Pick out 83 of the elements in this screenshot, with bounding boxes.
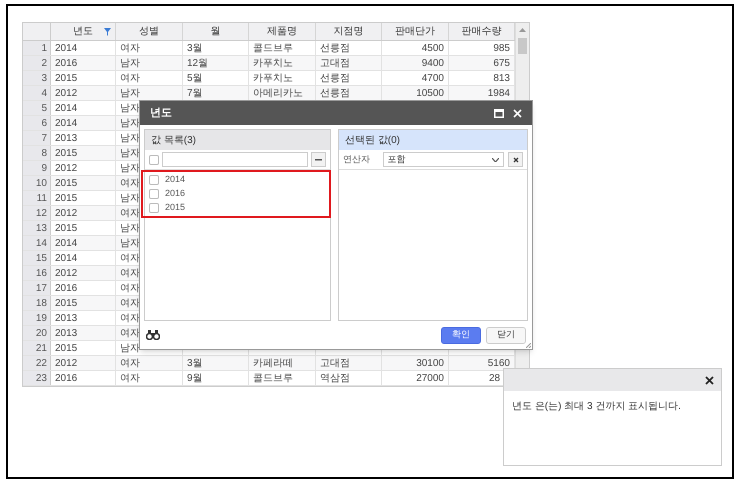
row-number: 15 — [23, 251, 51, 265]
table-cell: 2015 — [51, 296, 116, 310]
minus-icon — [315, 158, 322, 160]
caret-icon — [492, 158, 500, 162]
table-cell: 2012 — [51, 206, 116, 220]
scroll-up-icon[interactable] — [519, 28, 526, 32]
table-cell: 5160 — [449, 356, 515, 370]
row-number: 2 — [23, 56, 51, 70]
table-cell: 고대점 — [316, 56, 382, 70]
row-number: 11 — [23, 191, 51, 205]
operator-label: 연산자 — [343, 152, 371, 166]
table-cell: 카페라떼 — [249, 356, 316, 370]
confirm-button[interactable]: 확인 — [441, 326, 481, 344]
table-cell: 9400 — [382, 56, 449, 70]
column-header[interactable]: 제품명 — [249, 23, 316, 40]
table-cell: 2014 — [51, 236, 116, 250]
row-number: 17 — [23, 281, 51, 295]
checkbox[interactable] — [149, 189, 159, 199]
table-cell: 남자 — [116, 56, 183, 70]
row-number: 4 — [23, 86, 51, 100]
scrollbar-thumb[interactable] — [518, 38, 527, 54]
toast-message: 년도 은(는) 최대 3 건까지 표시됩니다. — [511, 400, 682, 414]
close-icon[interactable] — [705, 376, 714, 384]
operator-dropdown[interactable]: 포함 — [382, 152, 504, 167]
panel-header: 값 목록(3) — [145, 130, 330, 150]
table-cell: 2013 — [51, 326, 116, 340]
row-number: 7 — [23, 131, 51, 145]
row-number: 14 — [23, 236, 51, 250]
row-number: 19 — [23, 311, 51, 325]
collapse-button[interactable] — [311, 152, 326, 167]
row-number: 6 — [23, 116, 51, 130]
row-number: 16 — [23, 266, 51, 280]
table-cell: 7월 — [183, 86, 249, 100]
row-number: 12 — [23, 206, 51, 220]
table-cell: 선릉점 — [316, 86, 382, 100]
row-number: 22 — [23, 356, 51, 370]
column-header[interactable]: 년도 — [51, 23, 116, 40]
row-number: 18 — [23, 296, 51, 310]
select-all-checkbox[interactable] — [149, 154, 159, 164]
table-cell: 10500 — [382, 86, 449, 100]
column-header[interactable]: 판매단가 — [382, 23, 449, 40]
table-cell: 2012 — [51, 356, 116, 370]
row-number: 10 — [23, 176, 51, 190]
close-button[interactable]: 닫기 — [486, 326, 526, 344]
column-header[interactable]: 월 — [183, 23, 249, 40]
column-header[interactable]: 성별 — [116, 23, 183, 40]
table-cell: 675 — [449, 56, 515, 70]
table-cell: 2012 — [51, 86, 116, 100]
row-number: 13 — [23, 221, 51, 235]
table-cell: 2015 — [51, 176, 116, 190]
row-number: 5 — [23, 101, 51, 115]
close-icon — [512, 156, 519, 162]
table-cell: 고대점 — [316, 356, 382, 370]
row-number: 8 — [23, 146, 51, 160]
row-number: 20 — [23, 326, 51, 340]
value-item[interactable]: 2014 — [165, 173, 186, 187]
table-cell: 2015 — [51, 146, 116, 160]
row-number: 21 — [23, 341, 51, 355]
clear-button[interactable] — [508, 152, 524, 167]
row-number: 1 — [23, 41, 51, 55]
table-cell: 2014 — [51, 116, 116, 130]
table-cell: 2012 — [51, 266, 116, 280]
resize-grip-icon[interactable] — [526, 343, 531, 348]
table-cell: 아메리카노 — [249, 86, 316, 100]
table-cell: 2016 — [51, 56, 116, 70]
row-number: 23 — [23, 371, 51, 385]
column-header[interactable]: 지점명 — [316, 23, 382, 40]
checkbox[interactable] — [149, 175, 159, 185]
panel-header: 선택된 값(0) — [339, 130, 527, 150]
row-number: 3 — [23, 71, 51, 85]
table-cell: 1984 — [449, 86, 515, 100]
row-number: 9 — [23, 161, 51, 175]
filter-icon[interactable] — [104, 28, 111, 36]
table-cell: 30100 — [382, 356, 449, 370]
table-cell: 12월 — [183, 56, 249, 70]
maximize-icon[interactable] — [494, 108, 504, 118]
search-field[interactable] — [162, 152, 308, 167]
table-cell: 카푸치노 — [249, 56, 316, 70]
table-cell: 여자 — [116, 356, 183, 370]
table-cell: 남자 — [116, 86, 183, 100]
binoculars-icon[interactable] — [146, 330, 160, 340]
table-cell: 3월 — [183, 356, 249, 370]
checkbox[interactable] — [149, 203, 159, 213]
